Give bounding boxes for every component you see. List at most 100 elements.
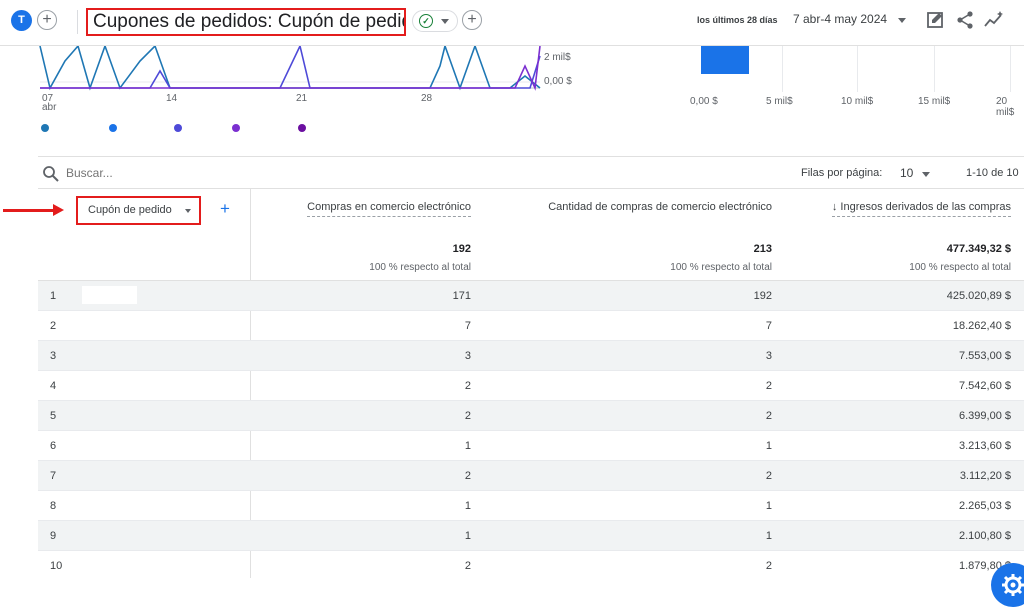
metric-cell: 3.112,20 $ [959,470,1011,482]
metric-cell: 7 [765,320,772,332]
metric-cell: 1 [765,530,772,542]
table-row[interactable]: 6 1 1 3.213,60 $ [38,430,1024,460]
table-row[interactable]: 8 1 1 2.265,03 $ [38,490,1024,520]
dimension-label: Cupón de pedido [88,204,172,216]
row-index: 1 [50,290,57,302]
metric-cell: 7.542,60 $ [959,380,1011,392]
y-tick: 0,00 $ [544,76,572,87]
date-range-value[interactable]: 7 abr-4 may 2024 [793,12,887,26]
insights-icon[interactable] [983,9,1005,31]
metric-cell: 2 [765,380,772,392]
divider [38,188,1024,189]
row-index: 9 [50,530,57,542]
total-value: 213 [753,243,772,255]
search-input[interactable] [66,166,366,180]
y-tick: 2 mil$ [544,52,571,63]
legend-dot [174,124,182,132]
bar-gridline [782,46,783,92]
table-row[interactable]: 1 171 192 425.020,89 $ [38,280,1024,310]
bar-gridline [857,46,858,92]
metric-cell: 2 [464,410,471,422]
edit-report-icon[interactable] [925,9,947,31]
metric-cell: 2 [765,410,772,422]
metric-cell: 1 [464,500,471,512]
x-tick: 14 [166,93,178,104]
account-avatar[interactable]: T [11,10,32,31]
metric-cell: 2 [464,470,471,482]
bar-tick: 5 mil$ [766,96,793,107]
metric-cell: 3 [464,350,471,362]
metric-cell: 3 [765,350,772,362]
add-report-button[interactable]: + [462,10,482,30]
redacted-coupon-name [78,316,146,334]
pagination-range: 1-10 de 10 [966,167,1019,179]
total-percent: 100 % respecto al total [369,262,471,273]
row-index: 6 [50,440,57,452]
line-chart [39,46,541,91]
add-dimension-button[interactable]: + [220,199,230,219]
total-percent: 100 % respecto al total [670,262,772,273]
table-row[interactable]: 5 2 2 6.399,00 $ [38,400,1024,430]
metric-cell: 192 [753,290,772,302]
x-tick: 21 [296,93,308,104]
bar-tick: 20 mil$ [996,96,1015,118]
share-icon[interactable] [954,9,976,31]
settings-fab[interactable] [991,563,1024,607]
metric-cell: 1 [765,440,772,452]
rows-per-page-chevron-icon[interactable] [922,172,930,177]
redacted-coupon-name [78,496,146,514]
bar-tick: 15 mil$ [918,96,951,107]
bar-gridline [934,46,935,92]
row-index: 10 [50,560,63,572]
metric-cell: 1 [765,500,772,512]
x-tick: 28 [421,93,433,104]
metric-cell: 2 [765,470,772,482]
gear-icon [1002,574,1024,596]
check-circle-icon: ✓ [419,14,433,28]
x-tick: 07 abr [42,93,57,113]
search-icon[interactable] [42,165,60,183]
report-status-dropdown[interactable]: ✓ [412,10,458,32]
legend-dot [298,124,306,132]
table-row[interactable]: 10 2 2 1.879,80 $ [38,550,1024,580]
redacted-coupon-name [80,436,145,454]
date-range-label: los últimos 28 días [697,15,778,25]
total-value: 192 [452,243,471,255]
table-row[interactable]: 3 3 3 7.553,00 $ [38,340,1024,370]
row-index: 4 [50,380,57,392]
table-row[interactable]: 7 2 2 3.112,20 $ [38,460,1024,490]
metric-cell: 2.265,03 $ [959,500,1011,512]
metric-cell: 7.553,00 $ [959,350,1011,362]
header-divider [77,10,78,34]
table-row[interactable]: 4 2 2 7.542,60 $ [38,370,1024,400]
column-header-purchases[interactable]: Compras en comercio electrónico [307,201,471,217]
metric-cell: 2 [464,560,471,572]
metric-cell: 1 [464,530,471,542]
redacted-coupon-name [82,286,137,304]
legend-dot [109,124,117,132]
column-header-purchase-quantity[interactable]: Cantidad de compras de comercio electrón… [548,201,772,213]
metric-cell: 6.399,00 $ [959,410,1011,422]
metric-cell: 2 [464,380,471,392]
add-comparison-button[interactable]: + [37,10,57,30]
column-header-revenue[interactable]: ↓ Ingresos derivados de las compras [831,201,1011,217]
metric-cell: 425.020,89 $ [946,290,1011,302]
table-row[interactable]: 2 7 7 18.262,40 $ [38,310,1024,340]
dimension-selector[interactable]: Cupón de pedido [76,196,201,225]
row-index: 5 [50,410,57,422]
metric-cell: 7 [464,320,471,332]
bar [701,46,749,74]
chevron-down-icon [185,209,191,213]
row-index: 2 [50,320,57,332]
total-percent: 100 % respecto al total [909,262,1011,273]
legend-dot [41,124,49,132]
legend-dot [232,124,240,132]
row-index: 7 [50,470,57,482]
date-range-chevron-icon[interactable] [898,18,906,23]
annotation-arrow [3,209,55,212]
bar-tick: 10 mil$ [841,96,874,107]
table-row[interactable]: 9 1 1 2.100,80 $ [38,520,1024,550]
metric-cell: 2 [765,560,772,572]
rows-per-page-select[interactable]: 10 [900,166,913,180]
metric-cell: 2.100,80 $ [959,530,1011,542]
